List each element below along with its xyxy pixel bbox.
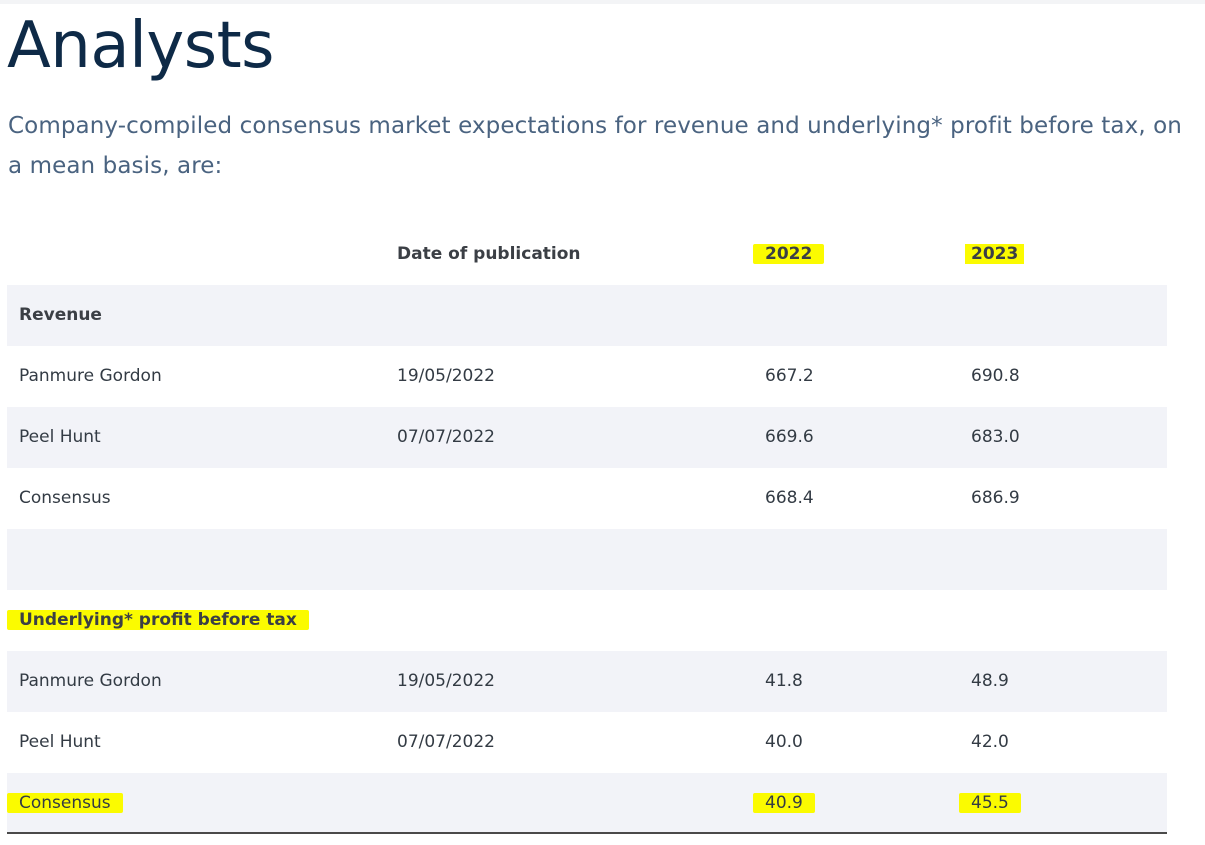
row-2023: 42.0 [971,732,1009,752]
page-title: Analysts [7,9,275,83]
section-row-profit: Underlying* profit before tax [7,590,1167,651]
table-row: Consensus 40.9 45.5 [7,773,1167,834]
row-name: Consensus [7,773,123,834]
intro-text: Company-compiled consensus market expect… [8,113,1182,179]
row-2023: 45.5 [959,773,1021,834]
table-row: Peel Hunt 07/07/2022 40.0 42.0 [7,712,1167,773]
header-2022-label: 2022 [753,244,825,264]
table-row: Panmure Gordon 19/05/2022 41.8 48.9 [7,651,1167,712]
section-label-revenue: Revenue [19,305,102,325]
section-label-profit: Underlying* profit before tax [7,590,309,651]
row-name: Peel Hunt [19,427,101,447]
header-2023: 2023 [965,224,1025,285]
row-2022: 668.4 [765,488,814,508]
row-2022-highlight: 40.9 [753,793,815,813]
table-row: Peel Hunt 07/07/2022 669.6 683.0 [7,407,1167,468]
top-strip [0,0,1205,4]
row-2022: 667.2 [765,366,814,386]
row-2023: 683.0 [971,427,1020,447]
row-name: Panmure Gordon [19,671,162,691]
row-name-highlight: Consensus [7,793,123,813]
table-header-row: Date of publication 2022 2023 [7,224,1167,285]
header-date: Date of publication [397,244,581,264]
row-date: 19/05/2022 [397,671,495,691]
row-date: 07/07/2022 [397,732,495,752]
row-name: Consensus [19,488,111,508]
row-2022: 669.6 [765,427,814,447]
analyst-consensus-table: Date of publication 2022 2023 Revenue Pa… [7,224,1167,834]
row-date: 19/05/2022 [397,366,495,386]
spacer-row [7,529,1167,590]
row-2023: 686.9 [971,488,1020,508]
row-2022: 40.9 [753,773,815,834]
section-label-profit-text: Underlying* profit before tax [7,610,309,630]
row-2023-highlight: 45.5 [959,793,1021,813]
row-date: 07/07/2022 [397,427,495,447]
row-2022: 40.0 [765,732,803,752]
row-name: Panmure Gordon [19,366,162,386]
header-2022: 2022 [753,224,825,285]
row-name: Peel Hunt [19,732,101,752]
row-2023: 690.8 [971,366,1020,386]
row-2023: 48.9 [971,671,1009,691]
header-2023-label: 2023 [965,244,1025,264]
row-2022: 41.8 [765,671,803,691]
section-row-revenue: Revenue [7,285,1167,346]
table-row: Panmure Gordon 19/05/2022 667.2 690.8 [7,346,1167,407]
table-row: Consensus 668.4 686.9 [7,468,1167,529]
